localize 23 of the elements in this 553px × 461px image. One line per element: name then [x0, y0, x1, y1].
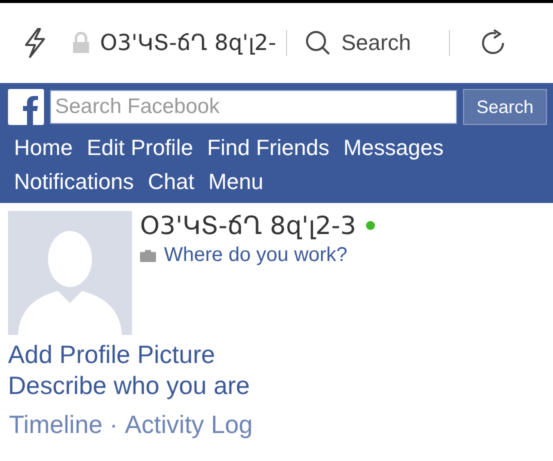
browser-search-label[interactable]: Search	[341, 30, 411, 56]
nav-link[interactable]: Find Friends	[207, 135, 330, 161]
profile-tab[interactable]: Timeline	[9, 411, 103, 440]
profile-link[interactable]: Add Profile Picture	[8, 341, 553, 370]
nav-link[interactable]: Notifications	[14, 169, 134, 195]
profile-tab[interactable]: Activity Log	[124, 411, 253, 440]
briefcase-icon	[140, 250, 156, 262]
separator-dot: ·	[110, 411, 118, 440]
nav-link[interactable]: Home	[14, 135, 73, 161]
search-button[interactable]: Search	[463, 89, 547, 125]
nav-link[interactable]: Chat	[148, 169, 194, 195]
address-field[interactable]: Օ3'ԿՏ-ճՂ 8զ'լ2-	[100, 30, 276, 56]
nav-link[interactable]: Messages	[343, 135, 444, 161]
lock-icon	[72, 32, 90, 54]
lightning-icon[interactable]	[22, 27, 48, 59]
facebook-logo[interactable]	[8, 89, 44, 125]
profile-link[interactable]: Describe who you are	[8, 372, 553, 401]
nav-link[interactable]: Menu	[208, 169, 264, 195]
search-icon[interactable]	[305, 30, 332, 56]
profile-name: Օ3'ԿՏ-ճՂ 8զ'լ2-3	[140, 211, 356, 240]
work-link[interactable]: Where do you work?	[164, 244, 348, 267]
search-field[interactable]: Search Facebook	[50, 90, 457, 124]
nav-link[interactable]: Edit Profile	[86, 135, 194, 161]
